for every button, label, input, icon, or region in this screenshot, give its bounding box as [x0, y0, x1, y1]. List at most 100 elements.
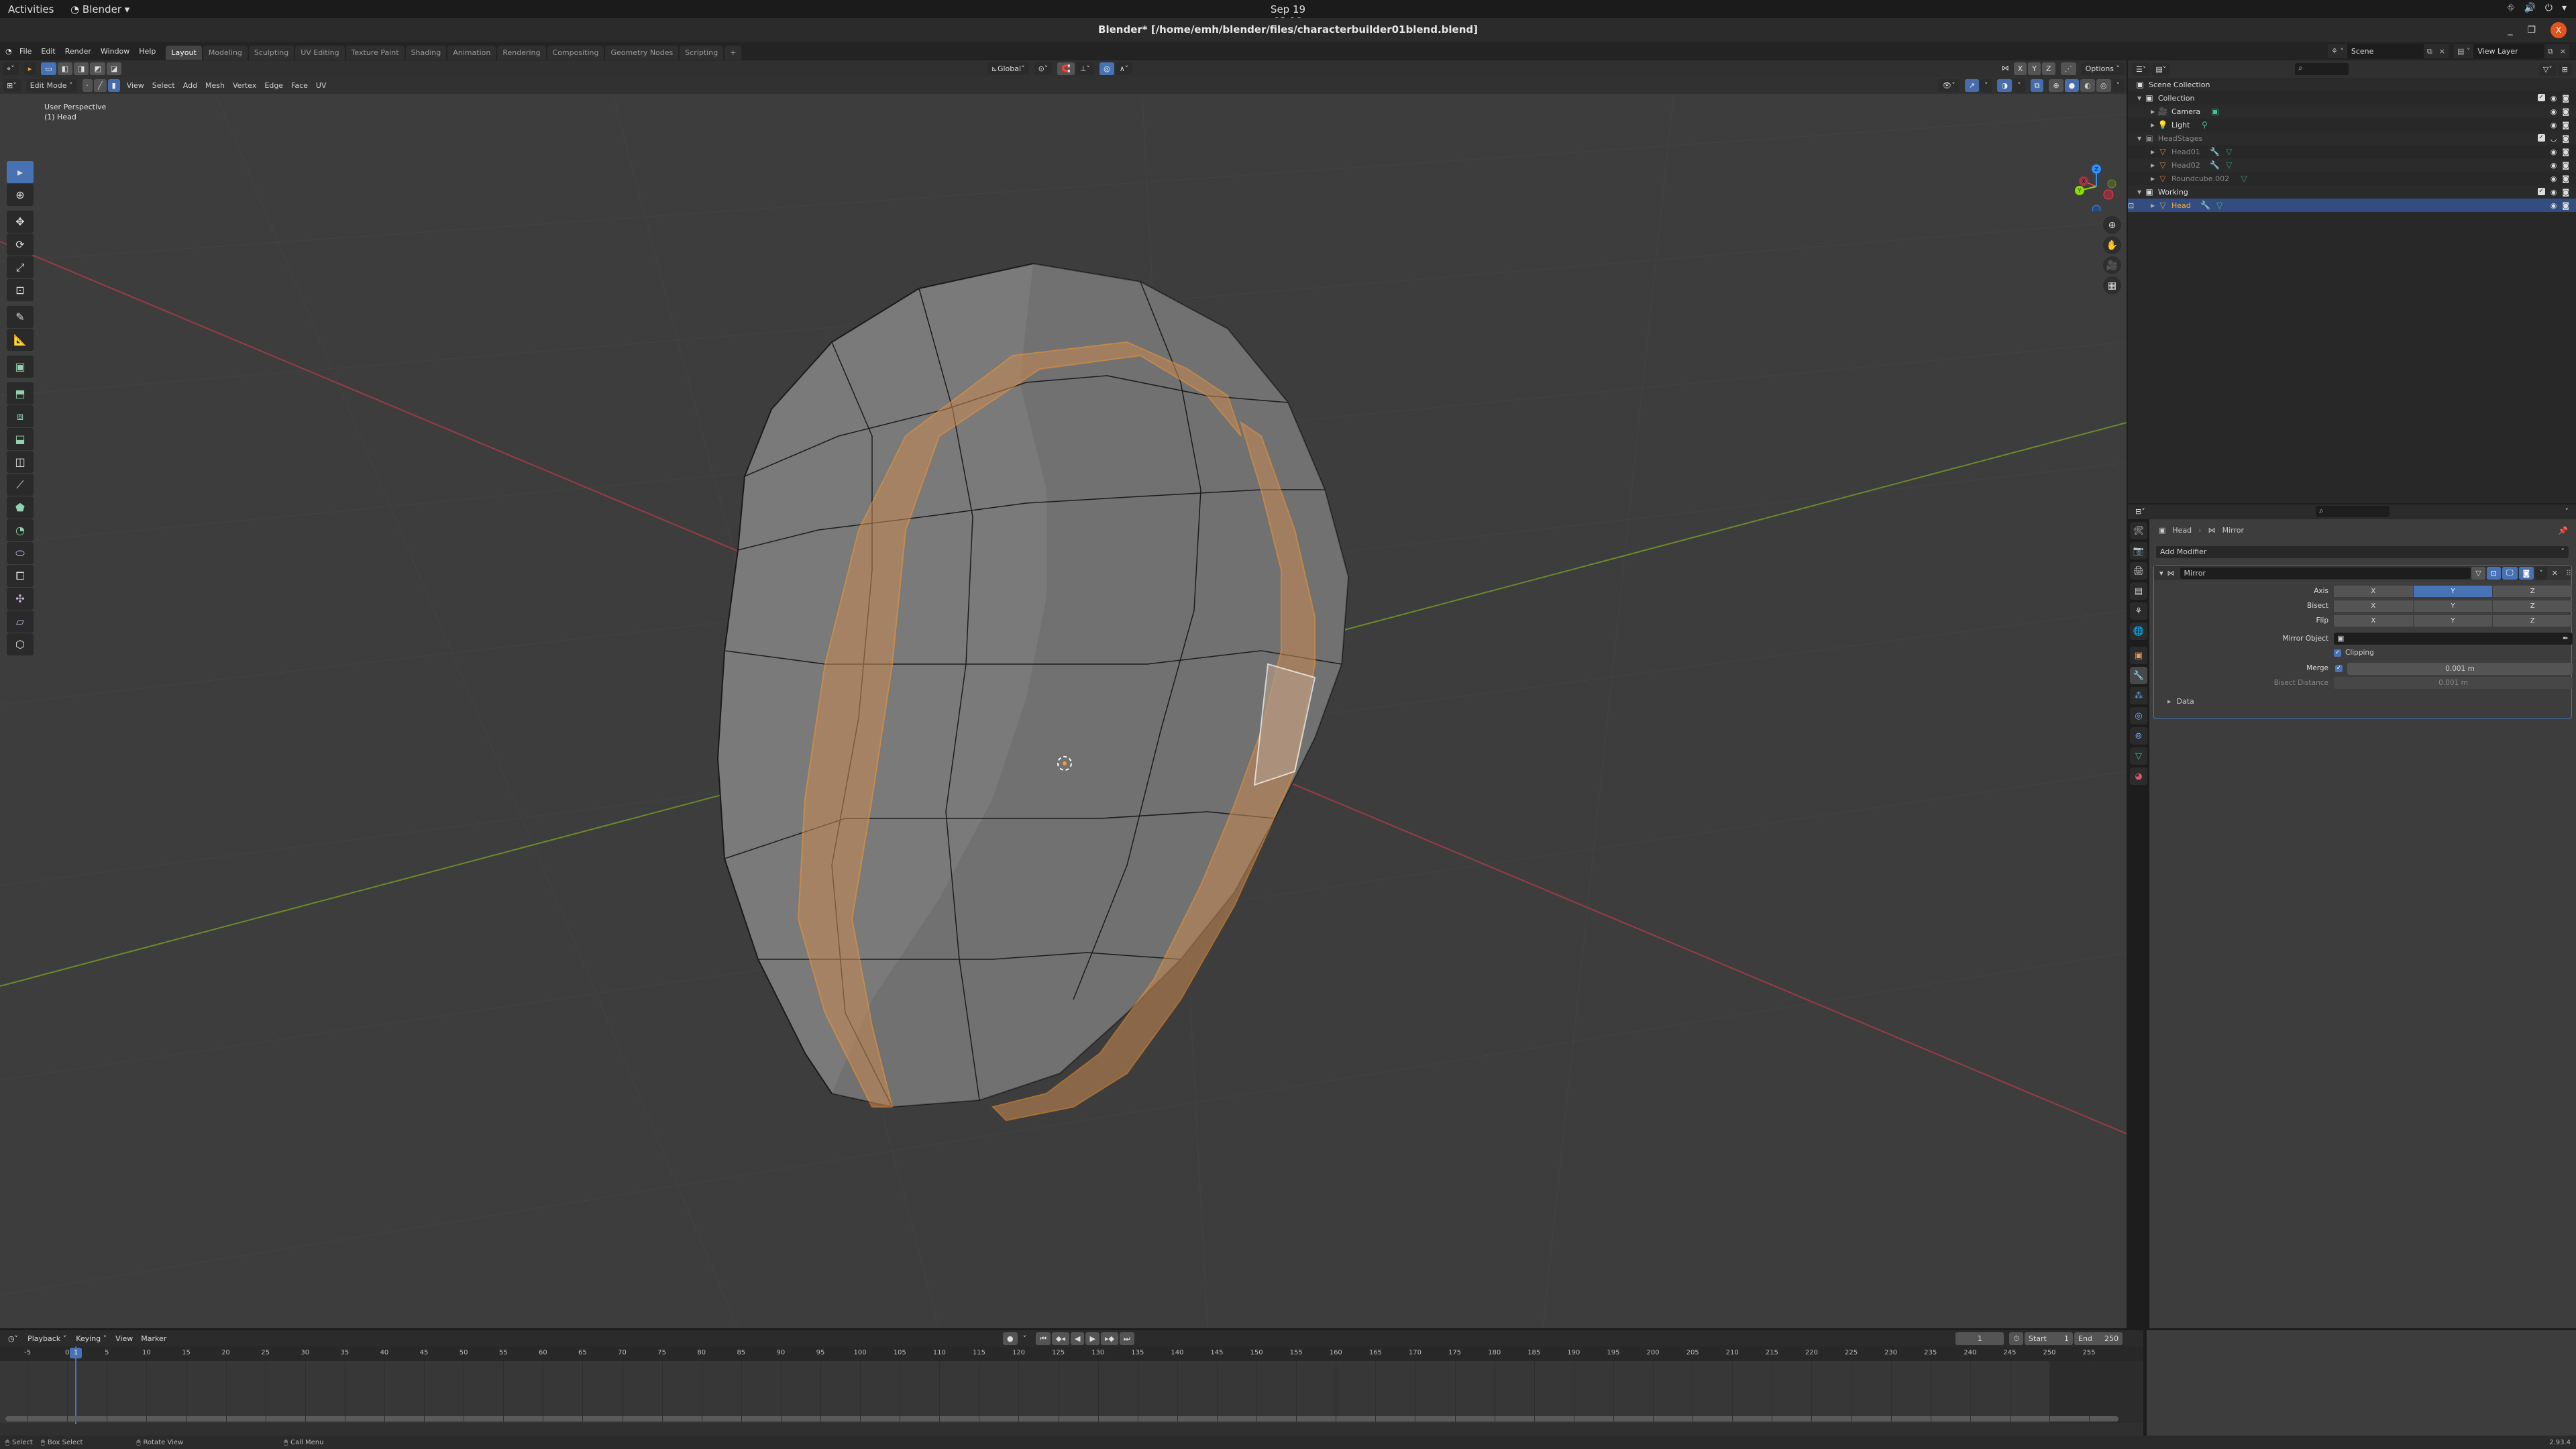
current-frame-field[interactable]: 1 [1955, 1332, 2004, 1345]
edit-mode-toggle[interactable]: ⊡ [2486, 566, 2501, 580]
jump-to-start-button[interactable]: ⏮ [1036, 1332, 1051, 1345]
inset-faces-tool[interactable]: ⧈ [7, 405, 34, 427]
delete-scene-icon[interactable]: × [2435, 44, 2449, 58]
merge-checkbox[interactable]: ✓ [2335, 665, 2343, 672]
mesh-data-icon[interactable]: ▽ [2239, 174, 2249, 183]
rotate-tool[interactable]: ⟳ [7, 233, 34, 256]
scene-icon[interactable]: ⚘ ˅ [2328, 44, 2347, 58]
outliner-row-collection[interactable]: ▼ ▣ Collection ✓ ◉ ◙ [2128, 91, 2576, 105]
render-camera-icon[interactable]: ◙ [2562, 161, 2569, 170]
tab-world[interactable]: 🌐 [2130, 623, 2147, 640]
timeline-scrollbar[interactable] [5, 1416, 2118, 1421]
vertex-select-mode[interactable]: ⋅ [82, 79, 93, 92]
outliner-editor-type[interactable]: ☰˅ [2132, 62, 2151, 76]
select-mode-subtract[interactable]: ◨ [74, 62, 89, 75]
modifier-wrench-icon[interactable]: 🔧 [2200, 201, 2211, 210]
editor-type-dropdown[interactable]: ⊞˅ [3, 79, 21, 92]
shrink-fatten-tool[interactable]: ✣ [7, 588, 34, 610]
realtime-toggle[interactable]: 🖵 [2502, 566, 2518, 580]
outliner-row-head01[interactable]: ▶ ▽ Head01 🔧 ▽ ◉ ◙ [2128, 145, 2576, 158]
render-camera-icon[interactable]: ◙ [2562, 107, 2569, 116]
outliner-row-light[interactable]: ▶ 💡 Light ⚲ ◉ ◙ [2128, 118, 2576, 131]
solid-shading[interactable]: ● [2064, 79, 2080, 92]
measure-tool[interactable]: 📐 [7, 329, 34, 351]
wireframe-shading[interactable]: ⊕ [2049, 79, 2063, 92]
scene-name[interactable]: Scene [2347, 47, 2424, 56]
mirror-z-toggle[interactable]: Z [2042, 62, 2055, 75]
timeline-editor-type[interactable]: ◷˅ [4, 1332, 23, 1345]
mesh-data-icon[interactable]: ▽ [2224, 147, 2235, 156]
camera-data-icon[interactable]: ▣ [2210, 107, 2220, 116]
start-frame-field[interactable]: Start 1 [2025, 1332, 2073, 1345]
bisect-distance-field[interactable]: 0.001 m [2334, 677, 2573, 689]
preview-range-toggle[interactable]: ⏱ [2009, 1332, 2023, 1345]
show-gizmo-toggle[interactable]: ↗ [1964, 79, 1979, 92]
gizmo-dropdown[interactable]: ˅ [1980, 79, 1992, 92]
outliner-row-head[interactable]: ⊡ ▶ ▽ Head 🔧 ▽ ◉ ◙ [2128, 199, 2576, 212]
snap-toggle[interactable]: 🧲 [1057, 62, 1075, 75]
rendered-shading[interactable]: ◎ [2096, 79, 2111, 92]
select-box-icon[interactable]: ▸ [23, 62, 36, 75]
eye-icon[interactable]: ◉ [2551, 188, 2557, 197]
xray-toggle[interactable]: ⧉ [2030, 79, 2044, 92]
tab-scene[interactable]: ⚘ [2130, 602, 2147, 620]
menu-edge[interactable]: Edge [260, 80, 287, 91]
exclude-checkbox[interactable]: ✓ [2537, 187, 2545, 195]
flip-x-toggle[interactable]: X [2334, 615, 2414, 627]
select-mode-extend[interactable]: ◧ [57, 62, 73, 75]
menu-face[interactable]: Face [287, 80, 312, 91]
tab-view-layer[interactable]: ▤ [2130, 582, 2147, 600]
render-camera-icon[interactable]: ◙ [2562, 188, 2569, 197]
zoom-view-button[interactable]: ⊕ [2103, 216, 2121, 234]
mirror-x-toggle[interactable]: X [2013, 62, 2027, 75]
flip-z-toggle[interactable]: Z [2493, 615, 2573, 627]
rip-region-tool[interactable]: ⬡ [7, 633, 34, 655]
properties-options-dropdown[interactable]: ˅ [2561, 505, 2573, 518]
menu-vertex[interactable]: Vertex [229, 80, 260, 91]
menu-view[interactable]: View [111, 1333, 137, 1344]
blender-logo-icon[interactable]: ◔ [5, 47, 15, 56]
outliner-row-scene-collection[interactable]: ▣ Scene Collection [2128, 78, 2576, 91]
outliner-row-camera[interactable]: ▶ 🎥 Camera ▣ ◉ ◙ [2128, 105, 2576, 118]
face-select-mode[interactable]: ▮ [107, 79, 120, 92]
playback-dropdown[interactable]: Playback ˅ [23, 1332, 71, 1345]
ortho-toggle-button[interactable]: ▦ [2103, 276, 2121, 294]
eye-icon[interactable]: ◉ [2551, 201, 2557, 210]
scale-tool[interactable]: ⤢ [7, 256, 34, 278]
viewport-scene[interactable] [0, 60, 2127, 1328]
remove-modifier-button[interactable]: ✕ [2552, 569, 2558, 578]
overlays-dropdown[interactable]: ˅ [2013, 79, 2025, 92]
outliner-search-input[interactable]: ⌕ [2295, 63, 2349, 75]
tab-object[interactable]: ▣ [2130, 647, 2147, 664]
mode-dropdown[interactable]: Edit Mode ˅ [25, 79, 77, 92]
eye-icon[interactable]: ◉ [2551, 161, 2557, 170]
close-button[interactable]: X [2551, 22, 2567, 38]
render-camera-icon[interactable]: ◙ [2562, 148, 2569, 156]
tab-particles[interactable]: ⁂ [2130, 687, 2147, 704]
tab-texture-paint[interactable]: Texture Paint [345, 45, 405, 60]
view-layer-icon[interactable]: ▤ ˅ [2454, 44, 2474, 58]
drag-handle[interactable]: ⠿ [2566, 569, 2571, 578]
jump-to-end-button[interactable]: ⏭ [1119, 1332, 1134, 1345]
loop-cut-tool[interactable]: ◫ [7, 451, 34, 473]
exclude-checkbox[interactable]: ✓ [2537, 133, 2545, 142]
bevel-tool[interactable]: ⬓ [7, 428, 34, 450]
tab-uv-editing[interactable]: UV Editing [295, 45, 345, 60]
modifier-wrench-icon[interactable]: 🔧 [2210, 160, 2220, 170]
view-layer-name[interactable]: View Layer [2473, 47, 2544, 56]
edit-mode-icon[interactable]: ⊡ [2128, 201, 2135, 210]
mesh-data-icon[interactable]: ▽ [2224, 160, 2235, 170]
tab-physics[interactable]: ◎ [2130, 707, 2147, 724]
timeline-ruler[interactable]: -5 0 5 10 15 20 25 30 35 40 45 50 55 60 65 70 75 80 85 90 95… [0, 1346, 2143, 1361]
flip-y-toggle[interactable]: Y [2413, 615, 2493, 627]
menu-render[interactable]: Render [60, 47, 96, 56]
filter-dropdown[interactable]: ▽˅ [2538, 62, 2557, 76]
playhead-frame-label[interactable]: 1 [70, 1348, 82, 1358]
shear-tool[interactable]: ▱ [7, 610, 34, 633]
select-mode-invert[interactable]: ◩ [90, 62, 105, 75]
scene-selector[interactable]: ⚘ ˅ Scene ⧉ × [2328, 44, 2449, 58]
eye-closed-icon[interactable]: ◡ [2551, 134, 2557, 143]
select-mode-new[interactable]: ▭ [41, 62, 56, 75]
properties-search-input[interactable]: ⌕ [2316, 506, 2390, 517]
axis-x-toggle[interactable]: X [2334, 586, 2414, 597]
